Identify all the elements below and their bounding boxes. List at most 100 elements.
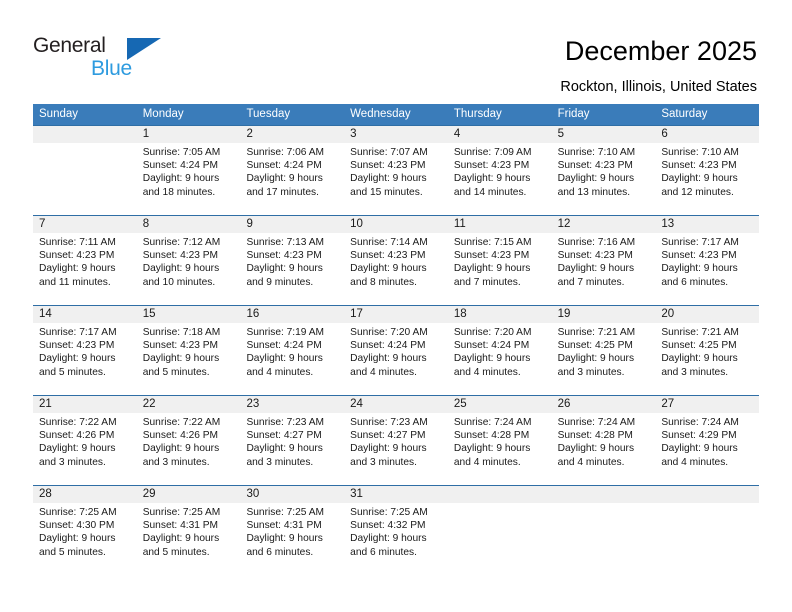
page-header: General Blue December 2025 Rockton, Illi… xyxy=(0,0,792,100)
daylight-line-1: Daylight: 9 hours xyxy=(39,353,116,365)
calendar-day-cell[interactable]: 16 Sunrise: 7:19 AM Sunset: 4:24 PM Dayligh… xyxy=(240,306,344,395)
calendar-day-cell[interactable]: 22 Sunrise: 7:22 AM Sunset: 4:26 PM Dayligh… xyxy=(137,396,241,485)
calendar-day-cell[interactable]: 17 Sunrise: 7:20 AM Sunset: 4:24 PM Dayligh… xyxy=(344,306,448,395)
sunset-time: Sunset: 4:26 PM xyxy=(39,430,115,442)
calendar-day-cell[interactable]: 19 Sunrise: 7:21 AM Sunset: 4:25 PM Dayligh… xyxy=(552,306,656,395)
sunset-time: Sunset: 4:24 PM xyxy=(246,340,322,352)
daylight-line-2: and 4 minutes. xyxy=(661,456,729,468)
day-sun-info: Sunrise: 7:24 AM Sunset: 4:28 PM Daylight:… xyxy=(454,413,546,469)
calendar-day-cell[interactable]: 25 Sunrise: 7:24 AM Sunset: 4:28 PM Dayligh… xyxy=(448,396,552,485)
daylight-line-2: and 4 minutes. xyxy=(453,366,521,378)
day-number: 11 xyxy=(453,218,466,230)
sunset-time: Sunset: 4:24 PM xyxy=(453,340,530,352)
day-number: 24 xyxy=(350,398,363,410)
calendar-day-cell[interactable]: 4 Sunrise: 7:09 AM Sunset: 4:23 PM Daylight… xyxy=(448,126,552,215)
calendar-day-cell[interactable]: 8 Sunrise: 7:12 AM Sunset: 4:23 PM Daylight… xyxy=(137,216,241,305)
sunrise-time: Sunrise: 7:17 AM xyxy=(661,237,739,248)
calendar-day-cell[interactable]: 27 Sunrise: 7:24 AM Sunset: 4:29 PM Dayligh… xyxy=(655,396,759,485)
calendar-day-cell[interactable]: 1 Sunrise: 7:05 AM Sunset: 4:24 PM Daylight… xyxy=(137,126,241,215)
daylight-line-1: Daylight: 9 hours xyxy=(246,533,323,545)
day-sun-info: Sunrise: 7:25 AM Sunset: 4:30 PM Daylight:… xyxy=(39,503,131,559)
calendar-day-cell[interactable]: 26 Sunrise: 7:24 AM Sunset: 4:28 PM Dayligh… xyxy=(552,396,656,485)
daylight-line-1: Daylight: 9 hours xyxy=(39,533,116,545)
calendar-day-cell[interactable]: 14 Sunrise: 7:17 AM Sunset: 4:23 PM Dayligh… xyxy=(33,306,137,395)
calendar-day-cell[interactable]: 5 Sunrise: 7:10 AM Sunset: 4:23 PM Daylight… xyxy=(552,126,656,215)
daylight-line-1: Daylight: 9 hours xyxy=(453,263,531,275)
calendar-day-cell[interactable]: 24 Sunrise: 7:23 AM Sunset: 4:27 PM Dayligh… xyxy=(344,396,448,485)
daylight-line-1: Daylight: 9 hours xyxy=(453,443,531,455)
calendar-day-cell[interactable]: 30 Sunrise: 7:25 AM Sunset: 4:31 PM Dayligh… xyxy=(240,486,344,575)
calendar-day-cell[interactable]: 9 Sunrise: 7:13 AM Sunset: 4:23 PM Daylight… xyxy=(240,216,344,305)
calendar-day-cell[interactable]: 11 Sunrise: 7:15 AM Sunset: 4:23 PM Dayligh… xyxy=(448,216,552,305)
sunrise-time: Sunrise: 7:20 AM xyxy=(453,327,532,338)
calendar-day-cell[interactable]: 21 Sunrise: 7:22 AM Sunset: 4:26 PM Dayligh… xyxy=(33,396,137,485)
day-sun-info: Sunrise: 7:24 AM Sunset: 4:29 PM Daylight:… xyxy=(661,413,753,469)
daylight-line-2: and 7 minutes. xyxy=(453,276,521,288)
calendar-day-cell[interactable]: 28 Sunrise: 7:25 AM Sunset: 4:30 PM Dayligh… xyxy=(33,486,137,575)
calendar-day-cell[interactable]: 6 Sunrise: 7:10 AM Sunset: 4:23 PM Daylight… xyxy=(655,126,759,215)
daylight-line-2: and 3 minutes. xyxy=(350,456,417,468)
day-number: 30 xyxy=(246,488,260,500)
sunrise-time: Sunrise: 7:16 AM xyxy=(557,237,636,248)
calendar-day-cell[interactable]: 15 Sunrise: 7:18 AM Sunset: 4:23 PM Dayligh… xyxy=(137,306,241,395)
calendar-day-cell[interactable]: 13 Sunrise: 7:17 AM Sunset: 4:23 PM Dayligh… xyxy=(655,216,759,305)
day-number: 5 xyxy=(557,128,564,140)
sunrise-time: Sunrise: 7:10 AM xyxy=(661,147,739,158)
daylight-line-1: Daylight: 9 hours xyxy=(350,443,427,455)
calendar-day-cell[interactable]: 7 Sunrise: 7:11 AM Sunset: 4:23 PM Daylight… xyxy=(33,216,137,305)
daylight-line-1: Daylight: 9 hours xyxy=(142,353,220,365)
day-number: 8 xyxy=(142,218,150,230)
general-blue-logo[interactable]: General Blue xyxy=(33,34,163,84)
day-sun-info: Sunrise: 7:15 AM Sunset: 4:23 PM Daylight:… xyxy=(454,233,546,289)
calendar-day-cell[interactable]: 18 Sunrise: 7:20 AM Sunset: 4:24 PM Dayligh… xyxy=(448,306,552,395)
day-sun-info: Sunrise: 7:05 AM Sunset: 4:24 PM Daylight:… xyxy=(143,143,235,199)
calendar-day-cell[interactable]: 20 Sunrise: 7:21 AM Sunset: 4:25 PM Dayligh… xyxy=(655,306,759,395)
sunrise-time: Sunrise: 7:23 AM xyxy=(350,417,428,428)
sunrise-time: Sunrise: 7:15 AM xyxy=(453,237,532,248)
sunrise-time: Sunrise: 7:17 AM xyxy=(39,327,117,338)
sunset-time: Sunset: 4:28 PM xyxy=(453,430,530,442)
daylight-line-2: and 12 minutes. xyxy=(661,186,734,198)
day-sun-info: Sunrise: 7:21 AM Sunset: 4:25 PM Daylight:… xyxy=(558,323,650,379)
sunset-time: Sunset: 4:23 PM xyxy=(39,340,115,352)
day-number: 19 xyxy=(557,308,571,320)
day-sun-info: Sunrise: 7:23 AM Sunset: 4:27 PM Daylight:… xyxy=(350,413,442,469)
sunrise-time: Sunrise: 7:14 AM xyxy=(350,237,428,248)
calendar-day-cell[interactable]: 23 Sunrise: 7:23 AM Sunset: 4:27 PM Dayligh… xyxy=(240,396,344,485)
sunrise-time: Sunrise: 7:09 AM xyxy=(453,147,532,158)
daylight-line-2: and 10 minutes. xyxy=(142,276,216,288)
sunset-time: Sunset: 4:31 PM xyxy=(142,520,219,532)
day-number: 17 xyxy=(350,308,363,320)
daylight-line-1: Daylight: 9 hours xyxy=(246,353,323,365)
logo-triangle-icon xyxy=(127,38,161,60)
calendar-week-row: 14 Sunrise: 7:17 AM Sunset: 4:23 PM Dayligh… xyxy=(33,305,759,395)
daylight-line-2: and 3 minutes. xyxy=(246,456,314,468)
daylight-line-1: Daylight: 9 hours xyxy=(350,533,427,545)
daylight-line-1: Daylight: 9 hours xyxy=(557,443,635,455)
weekday-header-sunday: Sunday xyxy=(39,108,79,120)
daylight-line-2: and 5 minutes. xyxy=(142,546,210,558)
day-number: 2 xyxy=(246,128,253,140)
weekday-header-friday: Friday xyxy=(557,108,590,120)
daylight-line-1: Daylight: 9 hours xyxy=(661,173,738,185)
calendar-day-cell[interactable]: 31 Sunrise: 7:25 AM Sunset: 4:32 PM Dayligh… xyxy=(344,486,448,575)
daylight-line-1: Daylight: 9 hours xyxy=(557,173,635,185)
sunset-time: Sunset: 4:27 PM xyxy=(246,430,322,442)
sunset-time: Sunset: 4:25 PM xyxy=(661,340,737,352)
sunset-time: Sunset: 4:28 PM xyxy=(557,430,633,442)
logo-text-blue: Blue xyxy=(91,57,132,80)
calendar-day-cell[interactable]: 29 Sunrise: 7:25 AM Sunset: 4:31 PM Dayligh… xyxy=(137,486,241,575)
daylight-line-2: and 4 minutes. xyxy=(453,456,521,468)
calendar-day-cell[interactable]: 10 Sunrise: 7:14 AM Sunset: 4:23 PM Dayligh… xyxy=(344,216,448,305)
daylight-line-1: Daylight: 9 hours xyxy=(39,263,116,275)
day-sun-info: Sunrise: 7:18 AM Sunset: 4:23 PM Daylight:… xyxy=(143,323,235,379)
day-number: 21 xyxy=(39,398,52,410)
page-title: December 2025 xyxy=(564,36,757,66)
daylight-line-1: Daylight: 9 hours xyxy=(453,353,531,365)
calendar-day-cell[interactable]: 2 Sunrise: 7:06 AM Sunset: 4:24 PM Daylight… xyxy=(240,126,344,215)
calendar-day-cell[interactable]: 3 Sunrise: 7:07 AM Sunset: 4:23 PM Daylight… xyxy=(344,126,448,215)
calendar-day-cell[interactable]: 12 Sunrise: 7:16 AM Sunset: 4:23 PM Dayligh… xyxy=(552,216,656,305)
daylight-line-1: Daylight: 9 hours xyxy=(142,173,220,185)
day-sun-info: Sunrise: 7:23 AM Sunset: 4:27 PM Daylight:… xyxy=(246,413,338,469)
daylight-line-1: Daylight: 9 hours xyxy=(246,173,323,185)
